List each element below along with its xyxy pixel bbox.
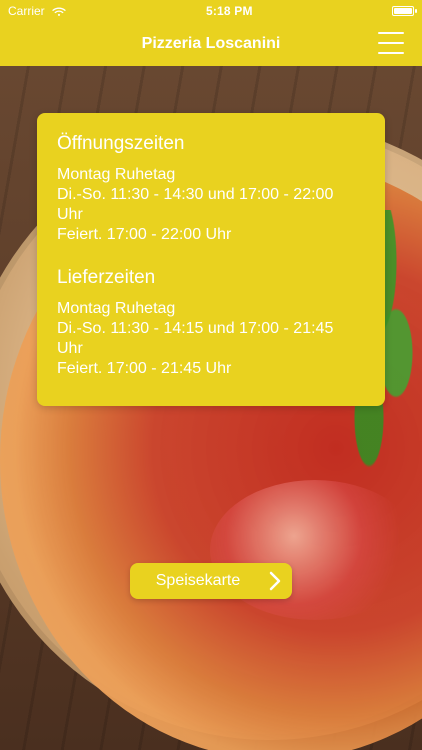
hamburger-menu-button[interactable] — [378, 32, 404, 54]
chevron-right-icon — [269, 571, 281, 591]
navigation-bar: Pizzeria Loscanini — [0, 22, 422, 66]
hamburger-icon-line-2 — [378, 42, 404, 44]
opening-hours-line: Uhr — [57, 206, 83, 223]
delivery-hours-line: Uhr — [57, 340, 83, 357]
hamburger-icon-line-1 — [378, 32, 404, 34]
page-title: Pizzeria Loscanini — [141, 35, 281, 52]
opening-hours-line: Di.-So. 11:30 - 14:30 und 17:00 - 22:00 — [57, 186, 334, 203]
delivery-hours-line: Montag Ruhetag — [57, 300, 176, 317]
battery-icon — [392, 6, 417, 16]
speisekarte-button[interactable]: Speisekarte — [130, 563, 292, 599]
delivery-hours-line: Feiert. 17:00 - 21:45 Uhr — [57, 360, 232, 377]
opening-hours-title: Öffnungszeiten — [57, 133, 185, 154]
carrier-label: Carrier — [8, 4, 45, 18]
status-left: Carrier — [8, 4, 67, 18]
battery-fill — [394, 8, 412, 14]
delivery-hours-line: Di.-So. 11:30 - 14:15 und 17:00 - 21:45 — [57, 320, 334, 337]
status-time: 5:18 PM — [205, 4, 253, 18]
opening-hours-card: Öffnungszeiten Montag Ruhetag Di.-So. 11… — [37, 113, 385, 406]
opening-hours-line: Montag Ruhetag — [57, 166, 176, 183]
status-bar: Carrier 5:18 PM — [0, 0, 422, 22]
opening-hours-line: Feiert. 17:00 - 22:00 Uhr — [57, 226, 232, 243]
wifi-icon — [52, 7, 66, 16]
speisekarte-label: Speisekarte — [155, 572, 241, 589]
hamburger-icon-line-3 — [378, 52, 404, 54]
delivery-hours-title: Lieferzeiten — [57, 267, 156, 288]
